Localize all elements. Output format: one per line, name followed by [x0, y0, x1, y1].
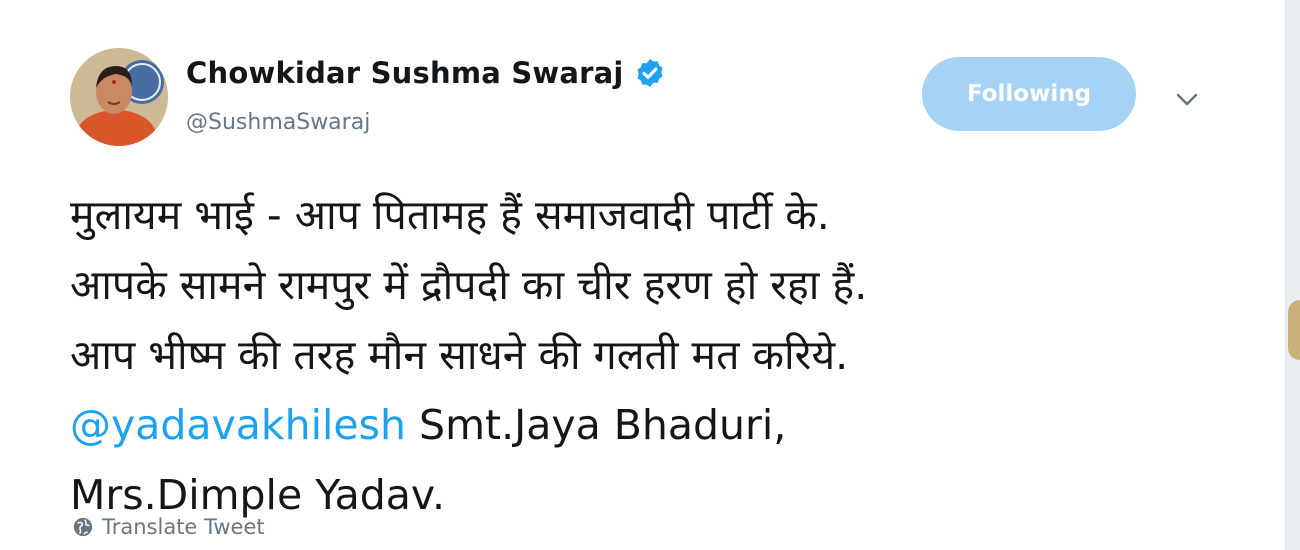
tweet-line-2: आपके सामने रामपुर में द्रौपदी का चीर हरण… — [70, 261, 868, 309]
tweet-text: मुलायम भाई - आप पितामह हैं समाजवादी पार्… — [70, 180, 1260, 530]
tweet-line-1: मुलायम भाई - आप पितामह हैं समाजवादी पार्… — [70, 191, 830, 239]
tweet-line-4: @yadavakhilesh Smt.Jaya Bhaduri, — [70, 390, 1260, 460]
adjacent-panel-edge — [1285, 0, 1300, 550]
translate-tweet-link[interactable]: Translate Tweet — [72, 515, 265, 539]
name-row: Chowkidar Sushma Swaraj — [186, 56, 666, 90]
translate-label: Translate Tweet — [102, 515, 265, 539]
adjacent-avatar-edge — [1288, 300, 1300, 360]
following-button[interactable]: Following — [922, 57, 1136, 131]
chevron-down-icon[interactable] — [1172, 84, 1202, 114]
avatar-image — [70, 48, 168, 146]
display-name[interactable]: Chowkidar Sushma Swaraj — [186, 56, 624, 90]
avatar[interactable] — [70, 48, 168, 146]
verified-badge-icon — [637, 59, 663, 87]
tweet-card: Chowkidar Sushma Swaraj @SushmaSwaraj Fo… — [0, 0, 1285, 550]
mention-link[interactable]: @yadavakhilesh — [70, 401, 406, 449]
user-handle[interactable]: @SushmaSwaraj — [186, 110, 370, 135]
globe-icon — [73, 517, 93, 537]
tweet-line-3: आप भीष्म की तरह मौन साधने की गलती मत करि… — [70, 331, 849, 379]
tweet-line-4-text: Smt.Jaya Bhaduri, — [406, 401, 787, 449]
